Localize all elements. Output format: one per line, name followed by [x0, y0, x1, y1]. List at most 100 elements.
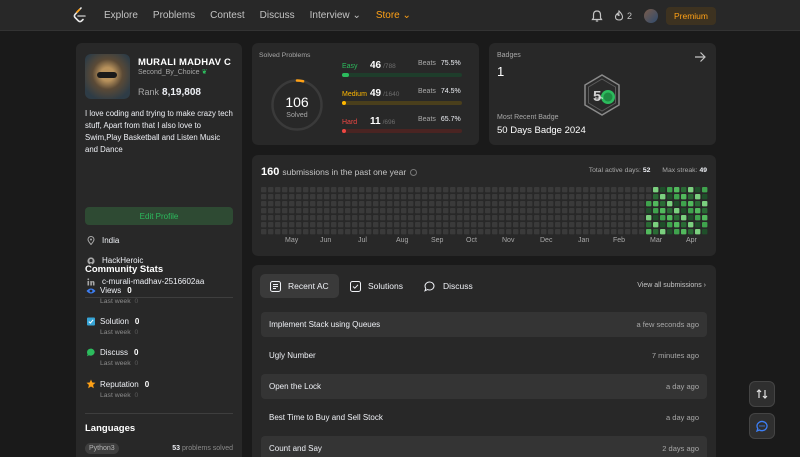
easy-progress-fill [342, 73, 349, 77]
nav-interview[interactable]: Interview ⌄ [310, 10, 361, 21]
heatmap-cell [261, 229, 267, 235]
heatmap-cell [492, 187, 498, 193]
nav-explore[interactable]: Explore [104, 10, 138, 21]
list-icon [270, 280, 281, 292]
heatmap-cell [422, 201, 428, 207]
heatmap-cell [268, 201, 274, 207]
submission-row[interactable]: Count and Say 2 days ago [261, 436, 707, 457]
bell-icon[interactable] [590, 9, 604, 23]
heatmap-cell [380, 194, 386, 200]
heatmap-cell [590, 215, 596, 221]
user-avatar[interactable] [643, 8, 658, 23]
heatmap-cell [373, 194, 379, 200]
heatmap-cell [394, 194, 400, 200]
stat-views-delta: 0 [134, 298, 139, 305]
nav-store[interactable]: Store ⌄ [376, 10, 411, 21]
heatmap-cell [583, 187, 589, 193]
heatmap-cell [310, 222, 316, 228]
recent-badge-name: 50 Days Badge 2024 [497, 125, 586, 136]
stat-solution: Solution 0 Last week 0 [86, 317, 139, 336]
view-all-submissions-link[interactable]: View all submissions › [637, 282, 706, 289]
heatmap-cell [436, 215, 442, 221]
heatmap-cell [464, 222, 470, 228]
top-navbar: Explore Problems Contest Discuss Intervi… [0, 0, 800, 31]
heatmap-cell [331, 208, 337, 214]
heatmap-cell [674, 215, 680, 221]
heatmap-cell [555, 215, 561, 221]
heatmap-cell [667, 222, 673, 228]
heatmap-cell [345, 194, 351, 200]
stat-reputation-label: Reputation [100, 379, 139, 389]
heatmap-cell [548, 201, 554, 207]
heatmap-cell [338, 215, 344, 221]
heatmap-cell [436, 229, 442, 235]
heatmap-cell [310, 215, 316, 221]
nav-problems[interactable]: Problems [153, 10, 195, 21]
heatmap-cell [646, 208, 652, 214]
submission-row[interactable]: Open the Lock a day ago [261, 374, 707, 399]
nav-discuss[interactable]: Discuss [260, 10, 295, 21]
heatmap-cell [338, 208, 344, 214]
heatmap-cell [415, 229, 421, 235]
heatmap-cell [310, 194, 316, 200]
tab-recent-ac-label: Recent AC [288, 281, 329, 291]
arrow-right-icon[interactable] [694, 51, 706, 63]
heatmap-cell [289, 229, 295, 235]
stat-reputation-sub: Last week [100, 392, 131, 399]
premium-button[interactable]: Premium [665, 6, 716, 25]
fifty-days-badge-icon[interactable]: 5 DAYS [582, 74, 622, 116]
heatmap-cell [597, 215, 603, 221]
edit-profile-button[interactable]: Edit Profile [85, 207, 233, 225]
heatmap-cell [653, 222, 659, 228]
heatmap-cell [296, 201, 302, 207]
submission-row[interactable]: Best Time to Buy and Sell Stock a day ag… [261, 405, 707, 430]
easy-label: Easy [342, 63, 358, 70]
leetcode-logo[interactable] [72, 7, 88, 23]
heatmap-cell [569, 187, 575, 193]
heatmap-cell [681, 194, 687, 200]
feedback-button[interactable] [749, 413, 775, 439]
heatmap-cell [541, 201, 547, 207]
heatmap-cell [450, 194, 456, 200]
streak-counter[interactable]: 2 [614, 10, 632, 21]
heatmap-cell [625, 201, 631, 207]
tab-solutions[interactable]: Solutions [340, 274, 413, 298]
badges-card: Badges 1 5 DAYS Most Recent Badge 50 Day… [489, 43, 716, 145]
heatmap-cell [604, 208, 610, 214]
heatmap-cell [660, 222, 666, 228]
profile-bio: I love coding and trying to make crazy t… [85, 109, 233, 154]
heatmap-cell [597, 222, 603, 228]
nav-contest[interactable]: Contest [210, 10, 244, 21]
medium-progress-fill [342, 101, 346, 105]
profile-sidebar: MURALI MADHAV C Second_By_Choice ❦ Rank 8… [76, 43, 242, 457]
heatmap-cell [506, 201, 512, 207]
info-icon[interactable] [410, 168, 418, 176]
heatmap-cell [408, 194, 414, 200]
linkedin-row[interactable]: c-murali-madhav-2516602aa [87, 277, 204, 286]
heatmap-cell [632, 194, 638, 200]
stat-discuss-delta: 0 [134, 360, 139, 367]
heatmap-cell [303, 222, 309, 228]
heatmap-cell [464, 208, 470, 214]
heatmap-cell [590, 187, 596, 193]
stat-discuss-value: 0 [134, 348, 139, 357]
switch-layout-button[interactable] [749, 381, 775, 407]
heatmap-cell [478, 229, 484, 235]
heatmap-cell [576, 208, 582, 214]
hard-beats: Beats 65.7% [418, 116, 461, 123]
heatmap-cell [485, 222, 491, 228]
heatmap-cell [667, 208, 673, 214]
heatmap-cell [275, 215, 281, 221]
tab-discuss[interactable]: Discuss [414, 274, 483, 298]
heatmap-cell [548, 194, 554, 200]
heatmap-cell [450, 187, 456, 193]
heatmap-cell [387, 229, 393, 235]
heatmap-cell [527, 229, 533, 235]
heatmap-cell [618, 215, 624, 221]
heatmap-cell [632, 229, 638, 235]
heatmap-cell [317, 229, 323, 235]
submission-row[interactable]: Implement Stack using Queues a few secon… [261, 312, 707, 337]
medium-beats-label: Beats [418, 88, 436, 95]
tab-recent-ac[interactable]: Recent AC [260, 274, 339, 298]
submission-row[interactable]: Ugly Number 7 minutes ago [261, 343, 707, 368]
